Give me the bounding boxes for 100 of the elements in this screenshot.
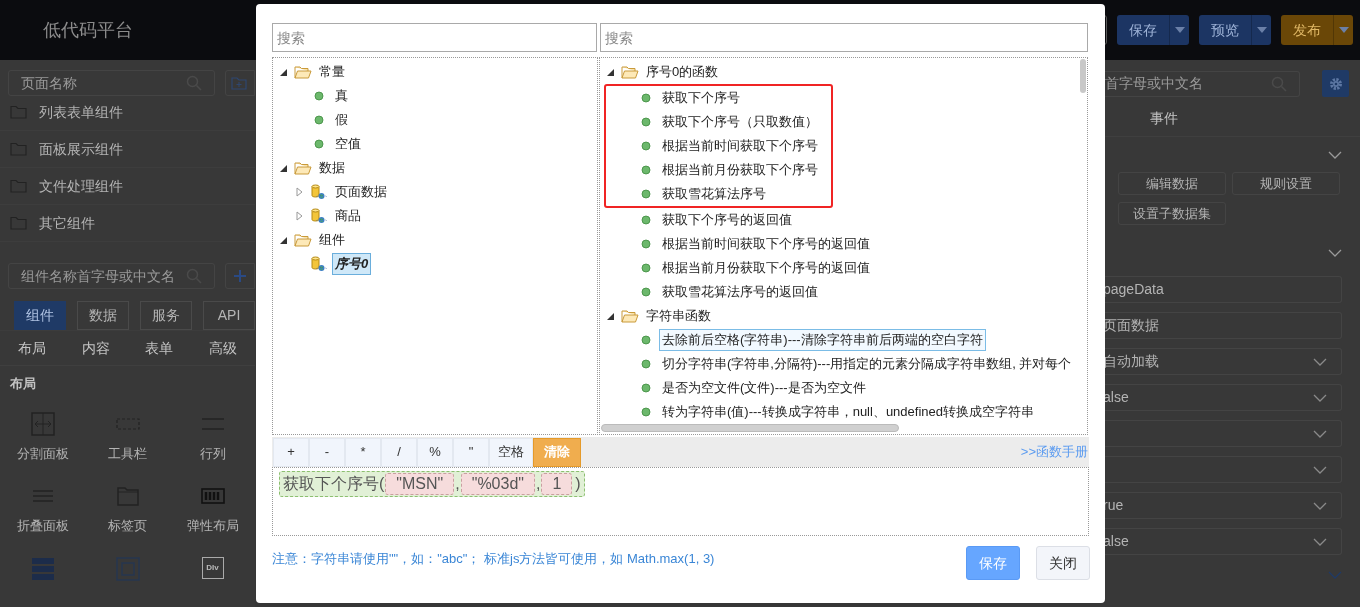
tree-node[interactable]: 空值 bbox=[332, 133, 364, 155]
component-label[interactable]: 标签页 bbox=[108, 516, 147, 536]
tree-node[interactable]: 组件 bbox=[316, 229, 348, 251]
tree-node[interactable]: 商品 bbox=[332, 205, 364, 227]
operator-button[interactable]: * bbox=[345, 437, 381, 467]
search-field[interactable]: 搜索 bbox=[272, 23, 597, 52]
chevron-down-icon bbox=[1313, 465, 1327, 474]
expanded-triangle-icon[interactable] bbox=[607, 312, 614, 320]
tree-node[interactable]: 是否为空文件(文件)---是否为空文件 bbox=[659, 377, 869, 399]
tree-node[interactable]: 转为字符串(值)---转换成字符串，null、undefined转换成空字符串 bbox=[659, 401, 1037, 423]
tree-node[interactable]: 去除前后空格(字符串)---清除字符串前后两端的空白字符 bbox=[659, 329, 986, 351]
action-button[interactable]: 设置子数据集 bbox=[1118, 202, 1226, 225]
dot-icon bbox=[641, 407, 651, 417]
dot-icon bbox=[641, 335, 651, 345]
tab[interactable]: 事件 bbox=[1150, 108, 1178, 129]
tree-node[interactable]: 根据当前月份获取下个序号的返回值 bbox=[659, 257, 873, 279]
action-button[interactable]: 发布 bbox=[1281, 15, 1333, 45]
search-field[interactable]: 搜索 bbox=[600, 23, 1088, 52]
tree-node[interactable]: 页面数据 bbox=[332, 181, 390, 203]
tree-node[interactable]: 序号0 bbox=[332, 253, 372, 275]
chevron-down-icon bbox=[1313, 537, 1327, 546]
close-button[interactable]: 关闭 bbox=[1036, 546, 1090, 580]
search-placeholder: 组件名称首字母或中文名 bbox=[21, 266, 176, 286]
operator-button[interactable]: + bbox=[273, 437, 309, 467]
folder-item[interactable]: 列表表单组件 bbox=[0, 94, 255, 131]
tree-node[interactable]: 字符串函数 bbox=[643, 305, 714, 327]
tree-node[interactable]: 根据当前月份获取下个序号 bbox=[659, 159, 821, 181]
expression-editor[interactable]: 获取下个序号( "MSN" , "%03d" , 1 ) bbox=[272, 467, 1089, 536]
open-folder-icon bbox=[621, 65, 639, 79]
tab[interactable]: API bbox=[203, 301, 255, 330]
collapsed-triangle-icon[interactable] bbox=[296, 187, 303, 197]
component-label[interactable]: 行列 bbox=[199, 443, 226, 463]
dot-icon bbox=[314, 91, 324, 101]
action-button[interactable]: 规则设置 bbox=[1232, 172, 1340, 195]
folder-plus-icon bbox=[231, 76, 248, 90]
tree-node[interactable]: 序号0的函数 bbox=[643, 61, 722, 83]
folder-item[interactable]: 文件处理组件 bbox=[0, 168, 255, 205]
tab[interactable]: 数据 bbox=[77, 301, 129, 330]
scrollbar-thumb[interactable] bbox=[601, 424, 899, 432]
open-folder-icon bbox=[621, 309, 639, 323]
tree-node[interactable]: 获取雪花算法序号的返回值 bbox=[659, 281, 821, 303]
category-tab[interactable]: 布局 bbox=[0, 337, 64, 359]
folder-item[interactable]: 面板展示组件 bbox=[0, 131, 255, 168]
tree-node[interactable]: 获取雪花算法序号 bbox=[659, 183, 769, 205]
dot-icon bbox=[641, 117, 651, 127]
search-field[interactable]: 组件名称首字母或中文名 bbox=[8, 263, 216, 289]
category-tab[interactable]: 表单 bbox=[127, 337, 192, 359]
div-block-icon: DIv bbox=[201, 556, 224, 579]
tree-node[interactable]: 根据当前时间获取下个序号 bbox=[659, 135, 821, 157]
expanded-triangle-icon[interactable] bbox=[280, 164, 287, 172]
expanded-triangle-icon[interactable] bbox=[280, 68, 287, 76]
collapsed-triangle-icon[interactable] bbox=[296, 211, 303, 221]
chevron-down-icon bbox=[1313, 429, 1327, 438]
operator-button[interactable]: / bbox=[381, 437, 417, 467]
folder-item[interactable]: 其它组件 bbox=[0, 205, 255, 242]
operator-button[interactable]: - bbox=[309, 437, 345, 467]
settings-button[interactable] bbox=[1322, 70, 1349, 97]
app-title: 低代码平台 bbox=[43, 18, 133, 42]
search-placeholder: 首字母或中文名 bbox=[1105, 74, 1204, 93]
argument-chip: "MSN" bbox=[385, 473, 455, 495]
dot-icon bbox=[641, 383, 651, 393]
tree-node[interactable]: 获取下个序号（只取数值） bbox=[659, 111, 821, 133]
scrollbar-thumb[interactable] bbox=[1080, 59, 1086, 93]
tab[interactable]: 组件 bbox=[14, 301, 66, 330]
tree-node[interactable]: 常量 bbox=[316, 61, 348, 83]
tree-node[interactable]: 切分字符串(字符串,分隔符)---用指定的元素分隔成字符串数组, 并对每个 bbox=[659, 353, 1075, 375]
tree-node[interactable]: 真 bbox=[332, 85, 351, 107]
action-button[interactable]: 预览 bbox=[1199, 15, 1251, 45]
component-label[interactable]: 弹性布局 bbox=[186, 516, 239, 536]
category-tab[interactable]: 内容 bbox=[63, 337, 128, 359]
tab[interactable]: 服务 bbox=[140, 301, 192, 330]
expanded-triangle-icon[interactable] bbox=[280, 236, 287, 244]
action-button[interactable]: 编辑数据 bbox=[1118, 172, 1226, 195]
dot-icon bbox=[641, 359, 651, 369]
action-button[interactable]: 保存 bbox=[1117, 15, 1169, 45]
chevron-down-icon bbox=[1328, 249, 1342, 257]
tree-node[interactable]: 获取下个序号的返回值 bbox=[659, 209, 795, 231]
search-field[interactable]: 页面名称 bbox=[8, 70, 216, 96]
tree-node[interactable]: 数据 bbox=[316, 157, 348, 179]
expanded-triangle-icon[interactable] bbox=[607, 68, 614, 76]
database-icon bbox=[310, 256, 328, 272]
caret-icon bbox=[1174, 27, 1185, 33]
dot-icon bbox=[314, 115, 324, 125]
component-label[interactable]: 分割面板 bbox=[16, 443, 69, 463]
chevron-down-icon bbox=[1313, 501, 1327, 510]
component-label[interactable]: 工具栏 bbox=[108, 443, 147, 463]
tree-node[interactable]: 假 bbox=[332, 109, 351, 131]
plus-icon bbox=[234, 270, 247, 282]
tree-node[interactable]: 根据当前时间获取下个序号的返回值 bbox=[659, 233, 873, 255]
open-folder-icon bbox=[294, 161, 312, 175]
operator-button[interactable]: " bbox=[453, 437, 489, 467]
component-label[interactable]: 折叠面板 bbox=[16, 516, 69, 536]
argument-chip: "%03d" bbox=[460, 473, 535, 495]
operator-button[interactable]: % bbox=[417, 437, 453, 467]
operator-button[interactable]: 空格 bbox=[489, 437, 533, 467]
dot-icon bbox=[641, 165, 651, 175]
dot-icon bbox=[641, 215, 651, 225]
tree-node[interactable]: 获取下个序号 bbox=[659, 87, 743, 109]
caret-icon bbox=[1256, 27, 1267, 33]
category-tab[interactable]: 高级 bbox=[191, 337, 255, 359]
